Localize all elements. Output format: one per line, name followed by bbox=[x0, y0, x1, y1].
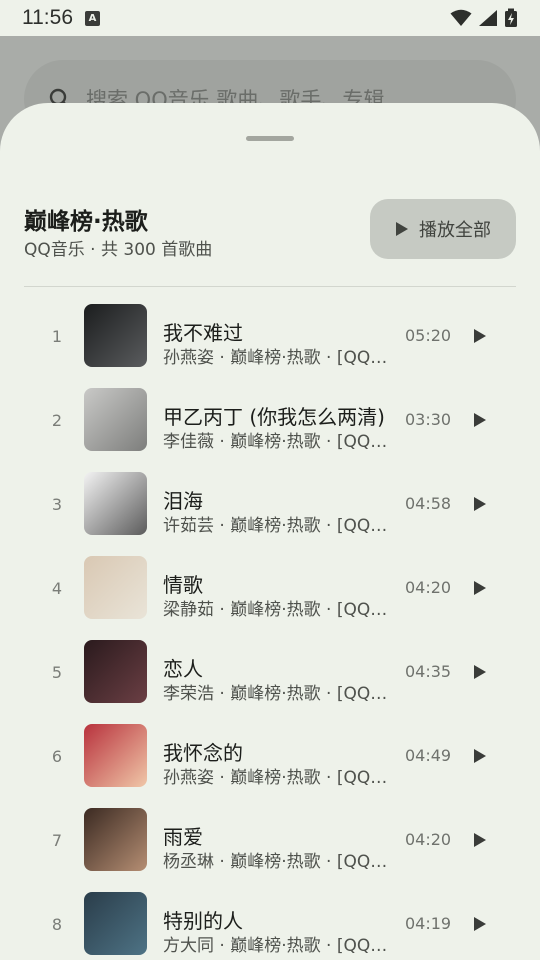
status-bar: 11:56 A bbox=[0, 0, 540, 36]
song-duration: 04:19 bbox=[405, 914, 452, 933]
song-row[interactable]: 2 甲乙丙丁 (你我怎么两清) 李佳薇 · 巅峰榜·热歌 · [QQ音乐] 03… bbox=[0, 388, 540, 472]
song-title: 恋人 bbox=[163, 657, 203, 681]
song-duration: 04:58 bbox=[405, 494, 452, 513]
song-artist-source: 孙燕姿 · 巅峰榜·热歌 · [QQ音乐] bbox=[163, 348, 395, 368]
status-time: 11:56 bbox=[22, 6, 73, 29]
song-rank: 3 bbox=[51, 494, 63, 514]
song-row[interactable]: 4 情歌 梁静茹 · 巅峰榜·热歌 · [QQ音乐] 04:20 bbox=[0, 556, 540, 640]
album-cover bbox=[84, 808, 147, 871]
divider bbox=[24, 286, 516, 287]
song-title: 特别的人 bbox=[163, 909, 243, 933]
album-cover bbox=[84, 472, 147, 535]
album-cover bbox=[84, 640, 147, 703]
song-title: 雨爱 bbox=[163, 825, 203, 849]
play-icon bbox=[474, 749, 486, 763]
album-cover bbox=[84, 724, 147, 787]
song-artist-source: 孙燕姿 · 巅峰榜·热歌 · [QQ音乐] bbox=[163, 768, 395, 788]
song-duration: 04:49 bbox=[405, 746, 452, 765]
song-artist-source: 杨丞琳 · 巅峰榜·热歌 · [QQ音乐] bbox=[163, 852, 395, 872]
song-play-button[interactable] bbox=[466, 490, 494, 518]
drag-handle[interactable] bbox=[246, 136, 294, 141]
song-play-button[interactable] bbox=[466, 574, 494, 602]
song-row[interactable]: 1 我不难过 孙燕姿 · 巅峰榜·热歌 · [QQ音乐] 05:20 bbox=[0, 304, 540, 388]
song-rank: 1 bbox=[51, 326, 63, 346]
song-artist-source: 许茹芸 · 巅峰榜·热歌 · [QQ音乐] bbox=[163, 516, 395, 536]
song-rank: 4 bbox=[51, 578, 63, 598]
song-rank: 5 bbox=[51, 662, 63, 682]
play-all-button[interactable]: 播放全部 bbox=[370, 199, 516, 259]
song-duration: 04:20 bbox=[405, 830, 452, 849]
notification-icon: A bbox=[85, 10, 100, 26]
play-icon bbox=[474, 581, 486, 595]
play-icon bbox=[474, 665, 486, 679]
album-cover bbox=[84, 556, 147, 619]
chart-bottom-sheet: 巅峰榜·热歌 QQ音乐 · 共 300 首歌曲 播放全部 1 我不难过 孙燕姿 … bbox=[0, 103, 540, 960]
song-rank: 7 bbox=[51, 830, 63, 850]
play-icon bbox=[396, 222, 408, 236]
battery-charging-icon bbox=[505, 8, 517, 27]
chart-title: 巅峰榜·热歌 bbox=[24, 209, 148, 235]
wifi-icon bbox=[450, 9, 472, 26]
song-play-button[interactable] bbox=[466, 322, 494, 350]
song-title: 我怀念的 bbox=[163, 741, 243, 765]
album-cover bbox=[84, 304, 147, 367]
album-cover bbox=[84, 892, 147, 955]
play-icon bbox=[474, 329, 486, 343]
song-row[interactable]: 8 特别的人 方大同 · 巅峰榜·热歌 · [QQ音乐] 04:19 bbox=[0, 892, 540, 960]
song-play-button[interactable] bbox=[466, 658, 494, 686]
song-row[interactable]: 7 雨爱 杨丞琳 · 巅峰榜·热歌 · [QQ音乐] 04:20 bbox=[0, 808, 540, 892]
song-duration: 04:35 bbox=[405, 662, 452, 681]
song-duration: 03:30 bbox=[405, 410, 452, 429]
play-icon bbox=[474, 833, 486, 847]
song-play-button[interactable] bbox=[466, 406, 494, 434]
song-row[interactable]: 3 泪海 许茹芸 · 巅峰榜·热歌 · [QQ音乐] 04:58 bbox=[0, 472, 540, 556]
song-row[interactable]: 5 恋人 李荣浩 · 巅峰榜·热歌 · [QQ音乐] 04:35 bbox=[0, 640, 540, 724]
cellular-signal-icon bbox=[479, 10, 497, 26]
song-title: 我不难过 bbox=[163, 321, 243, 345]
chart-subtitle: QQ音乐 · 共 300 首歌曲 bbox=[24, 240, 213, 260]
song-title: 情歌 bbox=[163, 573, 203, 597]
status-icons bbox=[450, 8, 518, 28]
play-icon bbox=[474, 413, 486, 427]
song-row[interactable]: 6 我怀念的 孙燕姿 · 巅峰榜·热歌 · [QQ音乐] 04:49 bbox=[0, 724, 540, 808]
song-artist-source: 梁静茹 · 巅峰榜·热歌 · [QQ音乐] bbox=[163, 600, 395, 620]
album-cover bbox=[84, 388, 147, 451]
song-rank: 8 bbox=[51, 914, 63, 934]
song-title: 甲乙丙丁 (你我怎么两清) bbox=[163, 405, 385, 429]
song-play-button[interactable] bbox=[466, 742, 494, 770]
song-rank: 2 bbox=[51, 410, 63, 430]
song-play-button[interactable] bbox=[466, 826, 494, 854]
play-icon bbox=[474, 917, 486, 931]
play-all-label: 播放全部 bbox=[419, 220, 491, 240]
song-play-button[interactable] bbox=[466, 910, 494, 938]
song-artist-source: 方大同 · 巅峰榜·热歌 · [QQ音乐] bbox=[163, 936, 395, 956]
song-title: 泪海 bbox=[163, 489, 203, 513]
play-icon bbox=[474, 497, 486, 511]
song-duration: 04:20 bbox=[405, 578, 452, 597]
song-rank: 6 bbox=[51, 746, 63, 766]
song-list: 1 我不难过 孙燕姿 · 巅峰榜·热歌 · [QQ音乐] 05:20 2 甲乙丙… bbox=[0, 304, 540, 960]
song-artist-source: 李荣浩 · 巅峰榜·热歌 · [QQ音乐] bbox=[163, 684, 395, 704]
song-artist-source: 李佳薇 · 巅峰榜·热歌 · [QQ音乐] bbox=[163, 432, 395, 452]
song-duration: 05:20 bbox=[405, 326, 452, 345]
sheet-header: 巅峰榜·热歌 QQ音乐 · 共 300 首歌曲 播放全部 bbox=[24, 199, 516, 269]
